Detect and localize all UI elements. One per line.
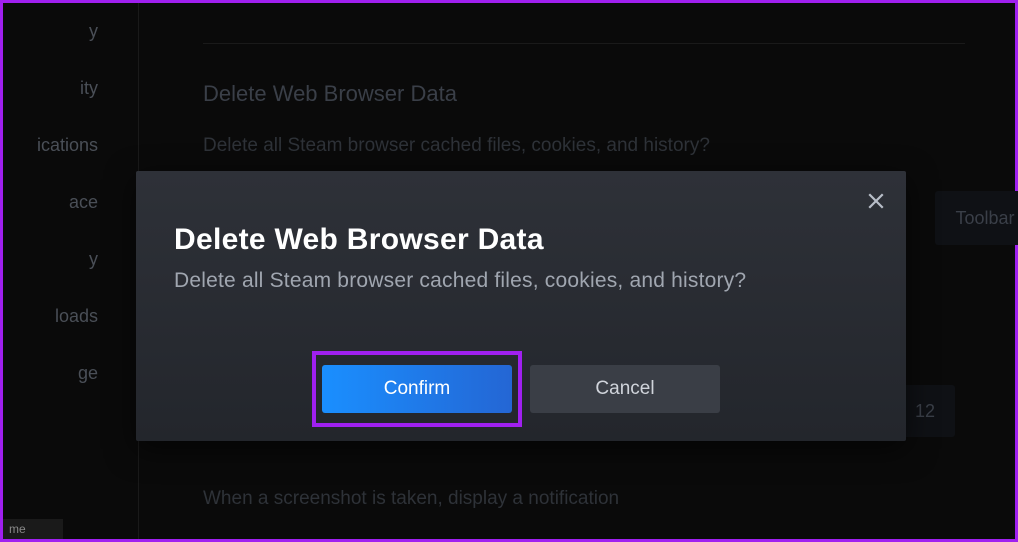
sidebar-item[interactable]: y xyxy=(3,13,138,60)
sidebar-item[interactable]: ge xyxy=(3,345,138,402)
value-text: 12 xyxy=(915,401,935,422)
footer-text: When a screenshot is taken, display a no… xyxy=(203,488,619,510)
sidebar: y ity ications ace y loads ge xyxy=(3,3,138,539)
cancel-button[interactable]: Cancel xyxy=(530,365,720,413)
toolbar-option[interactable]: Toolbar xyxy=(935,191,1018,245)
sidebar-item[interactable]: y xyxy=(3,231,138,288)
confirm-button[interactable]: Confirm xyxy=(322,365,512,413)
sidebar-item[interactable]: ace xyxy=(3,174,138,231)
bottom-bar-text: me xyxy=(9,522,26,536)
dialog-subtitle: Delete all Steam browser cached files, c… xyxy=(174,269,746,293)
bottom-bar: me xyxy=(3,519,63,539)
sidebar-item[interactable]: loads xyxy=(3,288,138,345)
dialog-title: Delete Web Browser Data xyxy=(174,223,544,257)
close-icon xyxy=(867,192,885,210)
toolbar-label: Toolbar xyxy=(955,208,1014,229)
section-title: Delete Web Browser Data xyxy=(203,81,457,107)
content-divider xyxy=(203,43,965,44)
sidebar-item[interactable]: ity xyxy=(3,60,138,117)
close-button[interactable] xyxy=(864,189,888,213)
section-subtitle: Delete all Steam browser cached files, c… xyxy=(203,135,710,157)
sidebar-item[interactable]: ications xyxy=(3,117,138,174)
confirm-dialog: Delete Web Browser Data Delete all Steam… xyxy=(136,171,906,441)
dialog-button-row: Confirm Cancel xyxy=(136,365,906,413)
